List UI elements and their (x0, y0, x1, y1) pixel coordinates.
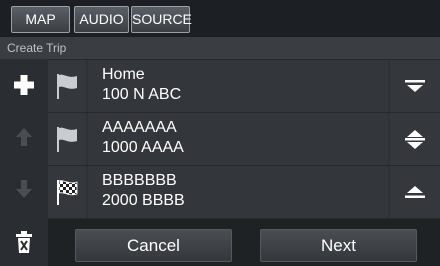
destination-row: AAAAAAA 1000 AAAA (48, 113, 440, 165)
destination-address: 100 N ABC (102, 86, 182, 103)
add-icon (14, 75, 34, 95)
destination-name: BBBBBBB (102, 172, 177, 189)
destination-address: 1000 AAAA (102, 139, 184, 156)
move-down-icon (405, 80, 425, 92)
flag-cell (48, 166, 86, 218)
top-tab-bar: MAP AUDIO SOURCE (0, 0, 440, 37)
move-up-icon (405, 186, 425, 198)
destination-name: Home (102, 66, 145, 83)
delete-destination-button[interactable] (4, 224, 44, 260)
move-up-down-row-button[interactable] (390, 113, 440, 165)
destination-row: BBBBBBB 2000 BBBB (48, 166, 440, 218)
cancel-button[interactable]: Cancel (75, 229, 232, 262)
move-down-row-button[interactable] (390, 60, 440, 112)
destination-row: Home 100 N ABC (48, 60, 440, 112)
move-up-down-icon (405, 130, 425, 149)
arrow-up-icon (16, 128, 32, 146)
checkered-flag-icon (57, 180, 78, 205)
bottom-action-bar: Cancel Next (48, 219, 440, 266)
arrow-down-icon (16, 180, 32, 198)
flag-cell (48, 60, 86, 112)
side-toolbar (0, 59, 48, 266)
next-button[interactable]: Next (260, 229, 417, 262)
tab-audio[interactable]: AUDIO (74, 6, 129, 33)
move-up-row-button[interactable] (390, 166, 440, 218)
flag-cell (48, 113, 86, 165)
move-down-button[interactable] (4, 171, 44, 207)
flag-icon (57, 127, 77, 152)
move-up-button[interactable] (4, 119, 44, 155)
tab-map[interactable]: MAP (11, 6, 70, 33)
add-destination-button[interactable] (4, 67, 44, 103)
destination-info[interactable]: BBBBBBB 2000 BBBB (88, 166, 388, 218)
page-title: Create Trip (0, 37, 440, 59)
create-trip-screen: MAP AUDIO SOURCE Create Trip Home 100 N … (0, 0, 440, 266)
destination-info[interactable]: AAAAAAA 1000 AAAA (88, 113, 388, 165)
destination-info[interactable]: Home 100 N ABC (88, 60, 388, 112)
delete-icon (16, 231, 32, 253)
destination-address: 2000 BBBB (102, 192, 185, 209)
destination-name: AAAAAAA (102, 119, 177, 136)
tab-source[interactable]: SOURCE (131, 6, 192, 33)
flag-icon (57, 74, 77, 99)
